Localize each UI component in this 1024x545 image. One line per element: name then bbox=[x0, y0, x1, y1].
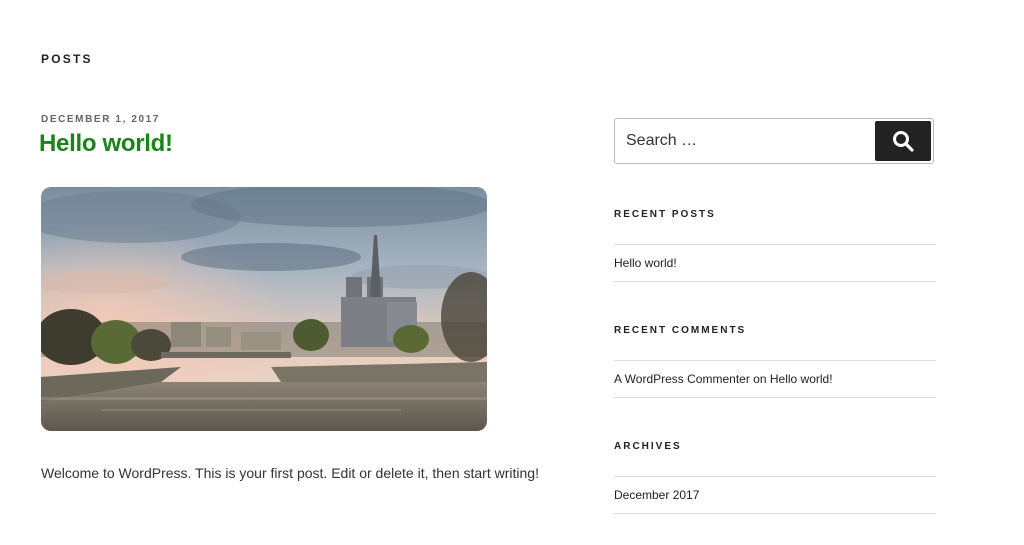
recent-posts-list: Hello world! bbox=[614, 244, 936, 282]
archives-title: ARCHIVES bbox=[614, 441, 682, 452]
search-button[interactable] bbox=[875, 121, 931, 161]
notre-dame-photo bbox=[41, 187, 487, 431]
comment-author-link[interactable]: A WordPress Commenter bbox=[614, 372, 750, 386]
post-title-link[interactable]: Hello world! bbox=[39, 130, 173, 158]
recent-posts-title: RECENT POSTS bbox=[614, 209, 716, 220]
comment-connector: on bbox=[753, 372, 770, 386]
post-excerpt: Welcome to WordPress. This is your first… bbox=[41, 465, 539, 481]
list-item: A WordPress Commenter on Hello world! bbox=[614, 361, 936, 398]
comment-post-link[interactable]: Hello world! bbox=[770, 372, 833, 386]
search-icon bbox=[893, 131, 914, 152]
page: POSTS DECEMBER 1, 2017 Hello world! Welc… bbox=[0, 0, 1024, 545]
recent-comments-list: A WordPress Commenter on Hello world! bbox=[614, 360, 936, 398]
section-title: POSTS bbox=[41, 52, 93, 66]
list-item: December 2017 bbox=[614, 477, 936, 514]
post-featured-image[interactable] bbox=[41, 187, 487, 431]
search-input[interactable] bbox=[615, 119, 877, 163]
recent-comments-title: RECENT COMMENTS bbox=[614, 325, 747, 336]
archives-list: December 2017 bbox=[614, 476, 936, 514]
list-item: Hello world! bbox=[614, 245, 936, 282]
archive-link[interactable]: December 2017 bbox=[614, 488, 699, 502]
search-form bbox=[614, 118, 934, 164]
recent-post-link[interactable]: Hello world! bbox=[614, 256, 677, 270]
post-date[interactable]: DECEMBER 1, 2017 bbox=[41, 114, 160, 125]
